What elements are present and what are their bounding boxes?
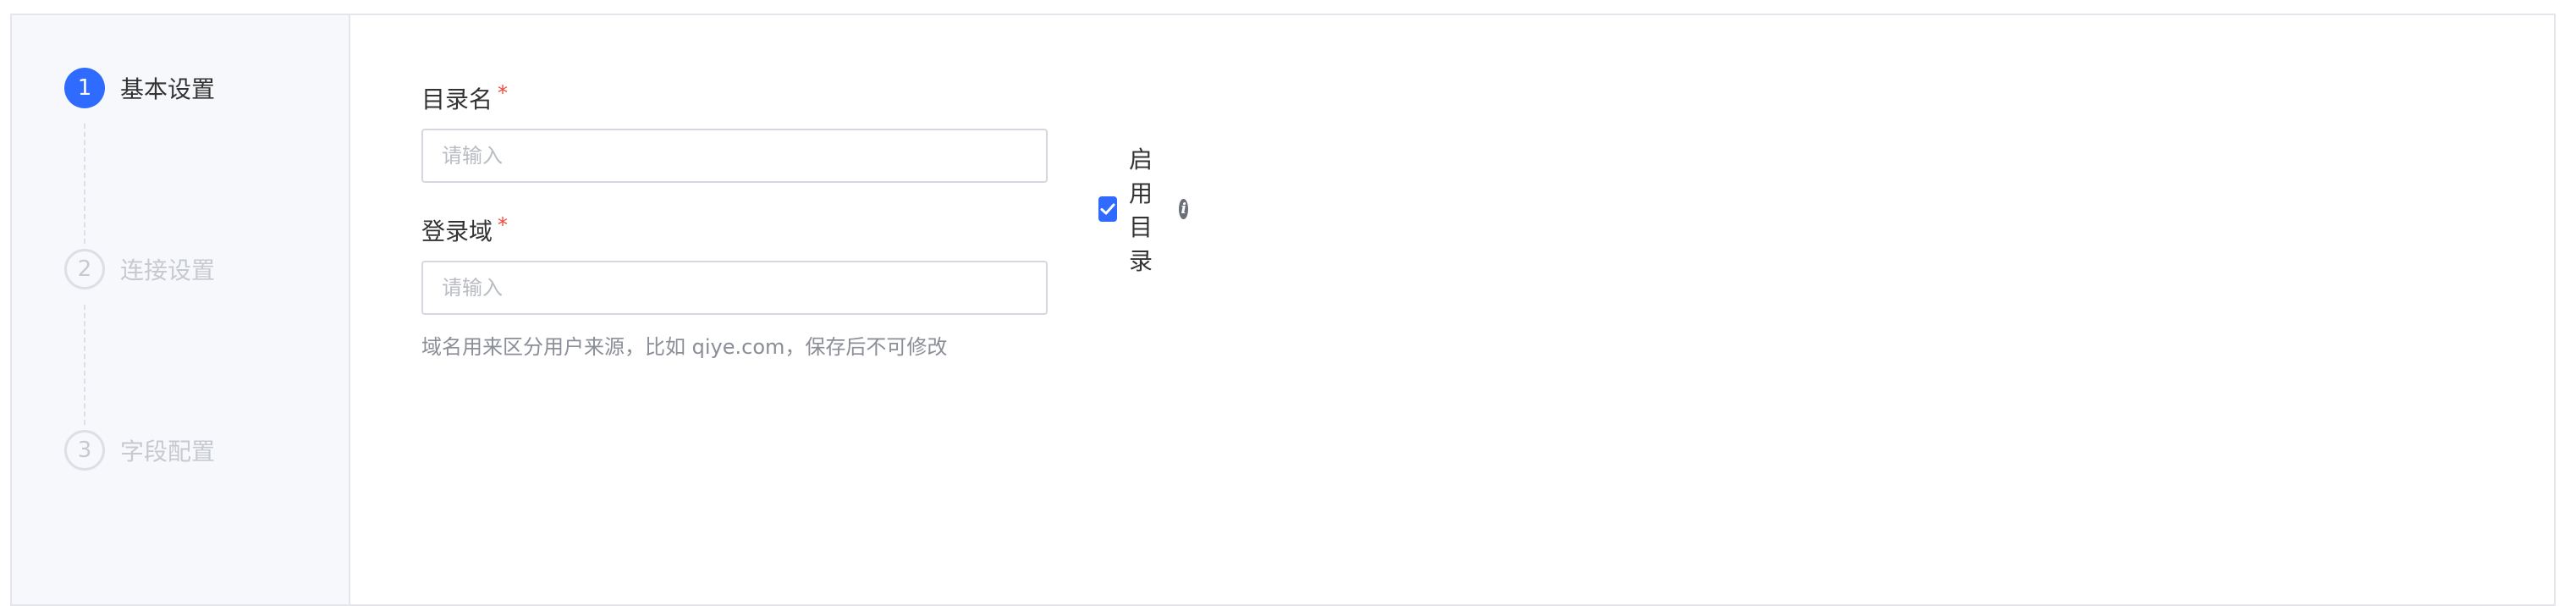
step-number-circle: 3 [64,430,105,471]
step-basic-settings[interactable]: 1 基本设置 [64,68,215,108]
directory-name-label-text: 目录名 [421,85,493,113]
step-label: 基本设置 [120,75,216,103]
step-field-config[interactable]: 3 字段配置 [64,430,215,471]
step-label: 连接设置 [120,256,216,284]
enable-directory-label: 启用目录 [1129,146,1153,275]
step-connector [84,305,85,425]
steps-sidebar: 1 基本设置 2 连接设置 3 字段配置 [12,15,350,604]
required-mark: * [498,213,509,237]
login-domain-label: 登录域 * [421,213,508,247]
step-connection-settings[interactable]: 2 连接设置 [64,249,215,289]
step-number-circle: 2 [64,249,105,289]
info-icon[interactable]: i [1179,199,1189,219]
step-connector [84,124,85,244]
login-domain-input[interactable] [421,261,1048,315]
checkmark-icon [1100,203,1115,215]
settings-panel: 1 基本设置 2 连接设置 3 字段配置 目录名* 启用目录 i 登录域* [10,14,2556,606]
required-mark: * [498,81,509,105]
step-label: 字段配置 [120,438,216,466]
enable-directory-toggle[interactable]: 启用目录 i [1098,141,1189,277]
login-domain-help-text: 域名用来区分用户来源，比如 qiye.com，保存后不可修改 [421,335,948,359]
login-domain-label-text: 登录域 [421,218,493,245]
step-number-circle: 1 [64,68,105,108]
enable-directory-checkbox[interactable] [1098,196,1117,222]
directory-name-label: 目录名 * [421,81,508,115]
directory-name-input[interactable] [421,129,1048,183]
